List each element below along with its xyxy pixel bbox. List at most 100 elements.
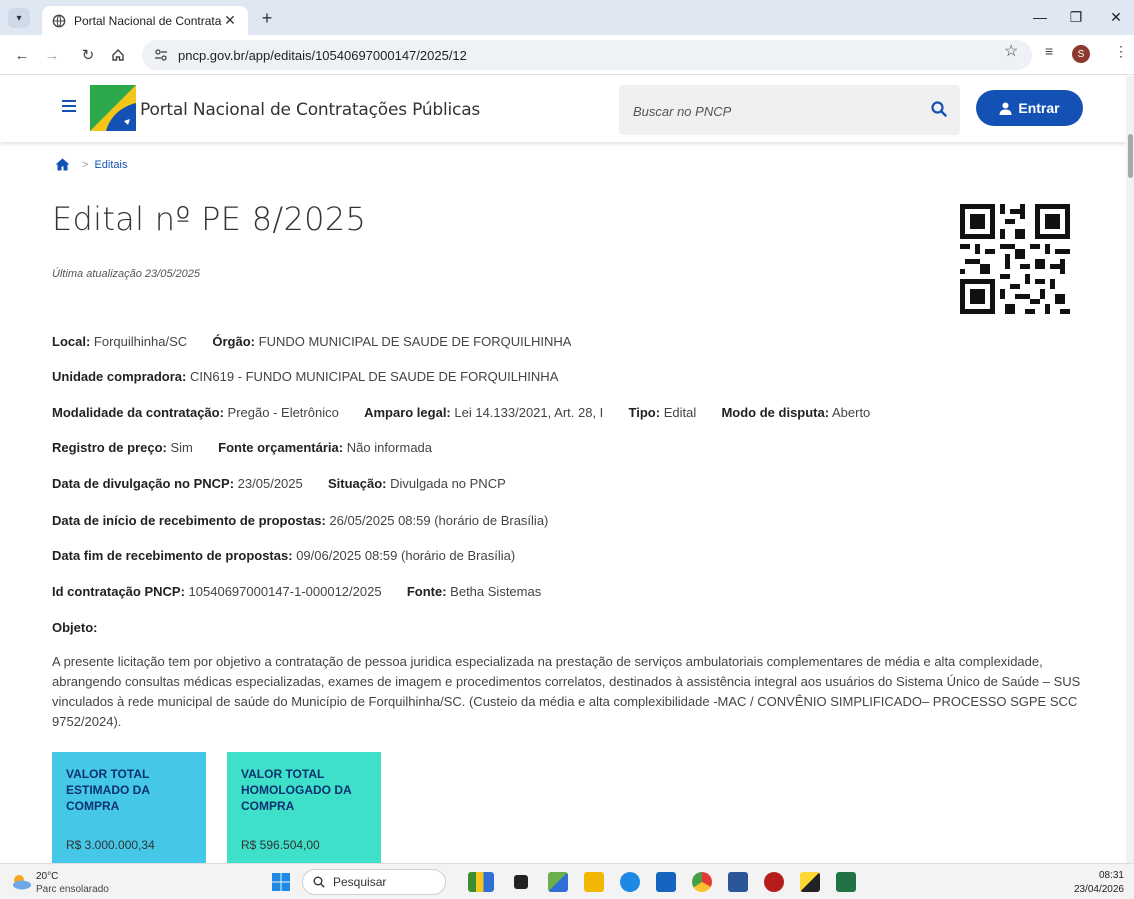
reading-list-icon[interactable]: ≡	[1045, 43, 1053, 59]
home-icon[interactable]	[55, 158, 70, 171]
site-header: Portal Nacional de Contratações Públicas…	[0, 76, 1126, 142]
browser-menu-icon[interactable]: ⋮	[1114, 43, 1128, 60]
info-modalidade: Modalidade da contratação: Pregão - Elet…	[52, 405, 870, 420]
registro-value: Sim	[170, 440, 193, 455]
tab-close-icon[interactable]: ✕	[222, 12, 238, 29]
tipo-label: Tipo:	[628, 405, 661, 420]
address-bar[interactable]: pncp.gov.br/app/editais/10540697000147/2…	[142, 40, 1032, 70]
divulgacao-value: 23/05/2025	[237, 476, 303, 491]
tab-search-button[interactable]: ▾	[8, 8, 30, 28]
info-fim-propostas: Data fim de recebimento de propostas: 09…	[52, 548, 515, 563]
site-title[interactable]: Portal Nacional de Contratações Públicas	[140, 100, 480, 120]
info-id-contratacao: Id contratação PNCP: 10540697000147-1-00…	[52, 584, 541, 599]
store-icon[interactable]	[656, 872, 676, 892]
situacao-value: Divulgada no PNCP	[390, 476, 506, 491]
file-explorer-icon[interactable]	[584, 872, 604, 892]
modo-value: Aberto	[831, 405, 871, 420]
reload-icon[interactable]: ↻	[76, 43, 100, 67]
windows-start-icon[interactable]	[272, 873, 290, 891]
weather-sun-cloud-icon[interactable]	[10, 872, 32, 890]
breadcrumb: > Editais	[55, 158, 127, 171]
search-icon[interactable]	[931, 101, 947, 117]
id-value: 10540697000147-1-000012/2025	[188, 584, 382, 599]
modalidade-value: Pregão - Eletrônico	[227, 405, 339, 420]
orgao-value: FUNDO MUNICIPAL DE SAUDE DE FORQUILHINHA	[258, 334, 572, 349]
windows-taskbar: 20°C Parc ensolarado Pesquisar 08:31 23/…	[0, 863, 1134, 899]
modo-label: Modo de disputa:	[721, 405, 830, 420]
breadcrumb-separator: >	[82, 158, 89, 171]
back-button[interactable]: ←	[10, 43, 34, 67]
last-updated: Última atualização 23/05/2025	[52, 268, 200, 280]
browser-toolbar: ← → ↻ pncp.gov.br/app/editais/1054069700…	[0, 35, 1134, 75]
user-icon	[999, 102, 1012, 115]
restore-button[interactable]: ❐	[1056, 6, 1096, 28]
home-outline-icon	[112, 49, 124, 61]
new-tab-button[interactable]: +	[256, 7, 278, 29]
globe-icon	[52, 14, 66, 27]
taskbar-widget-icon[interactable]	[468, 872, 494, 892]
inicio-value: 26/05/2025 08:59 (horário de Brasília)	[329, 513, 549, 528]
id-label: Id contratação PNCP:	[52, 584, 185, 599]
page-title: Edital nº PE 8/2025	[52, 200, 367, 238]
local-label: Local:	[52, 334, 91, 349]
fim-label: Data fim de recebimento de propostas:	[52, 548, 293, 563]
hamburger-menu-icon[interactable]	[62, 100, 76, 112]
sticky-notes-icon[interactable]	[800, 872, 820, 892]
login-label: Entrar	[1018, 100, 1060, 116]
taskbar-app-red-icon[interactable]	[764, 872, 784, 892]
word-icon[interactable]	[728, 872, 748, 892]
excel-icon[interactable]	[836, 872, 856, 892]
info-divulgacao: Data de divulgação no PNCP: 23/05/2025 S…	[52, 476, 506, 491]
forward-button[interactable]: →	[40, 43, 64, 67]
info-registro: Registro de preço: Sim Fonte orçamentári…	[52, 440, 432, 455]
divulgacao-label: Data de divulgação no PNCP:	[52, 476, 235, 491]
chrome-icon[interactable]	[692, 872, 712, 892]
amparo-label: Amparo legal:	[364, 405, 451, 420]
info-local-orgao: Local: Forquilhinha/SC Órgão: FUNDO MUNI…	[52, 334, 571, 349]
tab-title: Portal Nacional de Contrataçõe	[74, 13, 222, 28]
card-value: R$ 3.000.000,34	[66, 838, 155, 852]
scrollbar-thumb[interactable]	[1128, 134, 1133, 178]
local-value: Forquilhinha/SC	[93, 334, 188, 349]
fim-value: 09/06/2025 08:59 (horário de Brasília)	[296, 548, 516, 563]
inicio-label: Data de início de recebimento de propost…	[52, 513, 326, 528]
edge-icon[interactable]	[620, 872, 640, 892]
taskbar-date[interactable]: 23/04/2026	[1074, 884, 1124, 895]
close-window-button[interactable]: ✕	[1096, 6, 1134, 28]
bookmark-star-icon[interactable]: ☆	[1004, 41, 1018, 61]
fonte-value: Betha Sistemas	[450, 584, 542, 599]
qr-code	[960, 204, 1070, 314]
site-settings-icon[interactable]	[154, 48, 168, 62]
search-box	[619, 85, 960, 135]
info-inicio-propostas: Data de início de recebimento de propost…	[52, 513, 548, 528]
search-input[interactable]	[633, 100, 913, 122]
weather-temperature: 20°C	[36, 871, 59, 882]
page-viewport: Portal Nacional de Contratações Públicas…	[0, 76, 1126, 863]
profile-avatar[interactable]: S	[1072, 45, 1090, 63]
pncp-logo[interactable]	[90, 85, 136, 131]
browser-tab-bar: ▾ Portal Nacional de Contrataçõe ✕ + — ❐…	[0, 0, 1134, 35]
objeto-label: Objeto:	[52, 620, 98, 635]
orgao-label: Órgão:	[212, 334, 256, 349]
taskbar-time[interactable]: 08:31	[1099, 870, 1124, 881]
objeto-text: A presente licitação tem por objetivo a …	[52, 654, 1081, 729]
taskbar-app-icon[interactable]	[548, 872, 568, 892]
browser-tab[interactable]: Portal Nacional de Contrataçõe ✕	[42, 6, 248, 35]
search-icon	[313, 876, 325, 888]
page-scrollbar[interactable]	[1126, 76, 1134, 863]
home-button[interactable]	[106, 43, 130, 67]
registro-label: Registro de preço:	[52, 440, 167, 455]
fonte-label: Fonte:	[406, 584, 447, 599]
task-view-icon[interactable]	[514, 875, 528, 889]
unidade-label: Unidade compradora:	[52, 369, 187, 384]
modalidade-label: Modalidade da contratação:	[52, 405, 224, 420]
taskbar-search-box[interactable]: Pesquisar	[302, 869, 446, 895]
card-valor-homologado: VALOR TOTAL HOMOLOGADO DA COMPRA R$ 596.…	[227, 752, 381, 863]
amparo-value: Lei 14.133/2021, Art. 28, I	[454, 405, 604, 420]
login-button[interactable]: Entrar	[976, 90, 1083, 126]
card-title: VALOR TOTAL ESTIMADO DA COMPRA	[66, 767, 150, 813]
breadcrumb-editais-link[interactable]: Editais	[94, 159, 127, 171]
taskbar-search-label: Pesquisar	[333, 875, 387, 889]
fonte-orcamentaria-value: Não informada	[346, 440, 433, 455]
minimize-button[interactable]: —	[1020, 6, 1060, 28]
